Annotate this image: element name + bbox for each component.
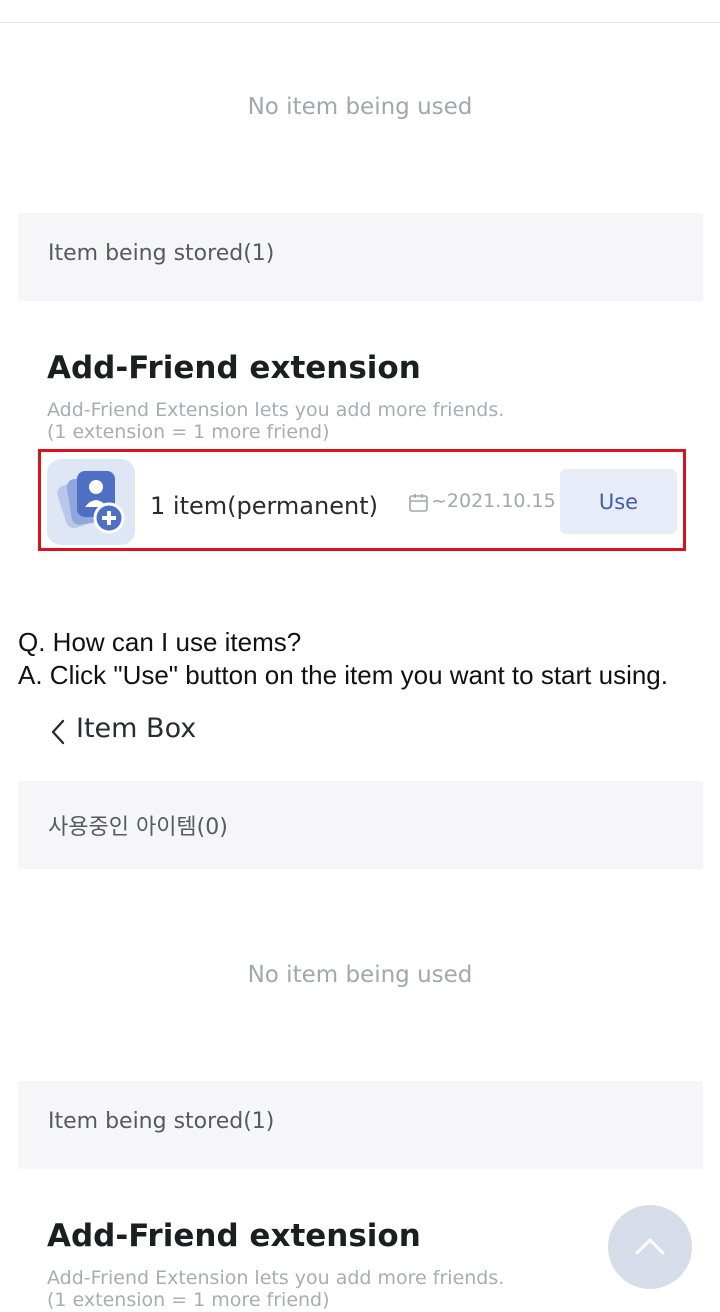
empty-state-text-2: No item being used	[247, 962, 473, 988]
question-text: Q. How can I use items?	[18, 627, 302, 657]
item-title-2: Add-Friend extension	[47, 1218, 421, 1254]
item-description-line-2: (1 extension = 1 more friend)	[47, 421, 330, 443]
stored-items-header-2: Item being stored(1)	[18, 1081, 703, 1169]
back-button[interactable]	[48, 714, 68, 750]
chevron-up-icon	[635, 1238, 665, 1255]
item-description-2-line-2: (1 extension = 1 more friend)	[47, 1289, 330, 1311]
page-title: Item Box	[76, 713, 197, 744]
calendar-icon	[408, 492, 430, 514]
stored-items-header-label: Item being stored(1)	[48, 241, 275, 266]
chevron-left-icon	[51, 719, 65, 745]
empty-state-text: No item being used	[247, 94, 473, 120]
use-button[interactable]: Use	[560, 469, 677, 534]
item-description-2-line-1: Add-Friend Extension lets you add more f…	[47, 1267, 505, 1289]
add-friend-icon	[47, 459, 135, 545]
stored-items-header-label-2: Item being stored(1)	[48, 1109, 275, 1134]
scroll-to-top-button[interactable]	[608, 1205, 692, 1289]
in-use-items-header: 사용중인 아이템(0)	[18, 781, 703, 869]
stored-items-header: Item being stored(1)	[18, 213, 703, 301]
item-count: 1 item(permanent)	[150, 492, 378, 520]
answer-text: A. Click "Use" button on the item you wa…	[18, 660, 668, 690]
item-description-2: Add-Friend Extension lets you add more f…	[47, 1267, 667, 1311]
item-description: Add-Friend Extension lets you add more f…	[47, 399, 667, 443]
item-description-line-1: Add-Friend Extension lets you add more f…	[47, 399, 505, 421]
item-expiry-date: ~2021.10.15	[431, 490, 556, 512]
item-title: Add-Friend extension	[47, 350, 421, 386]
top-divider	[0, 22, 720, 23]
in-use-items-header-label: 사용중인 아이템(0)	[48, 815, 228, 840]
